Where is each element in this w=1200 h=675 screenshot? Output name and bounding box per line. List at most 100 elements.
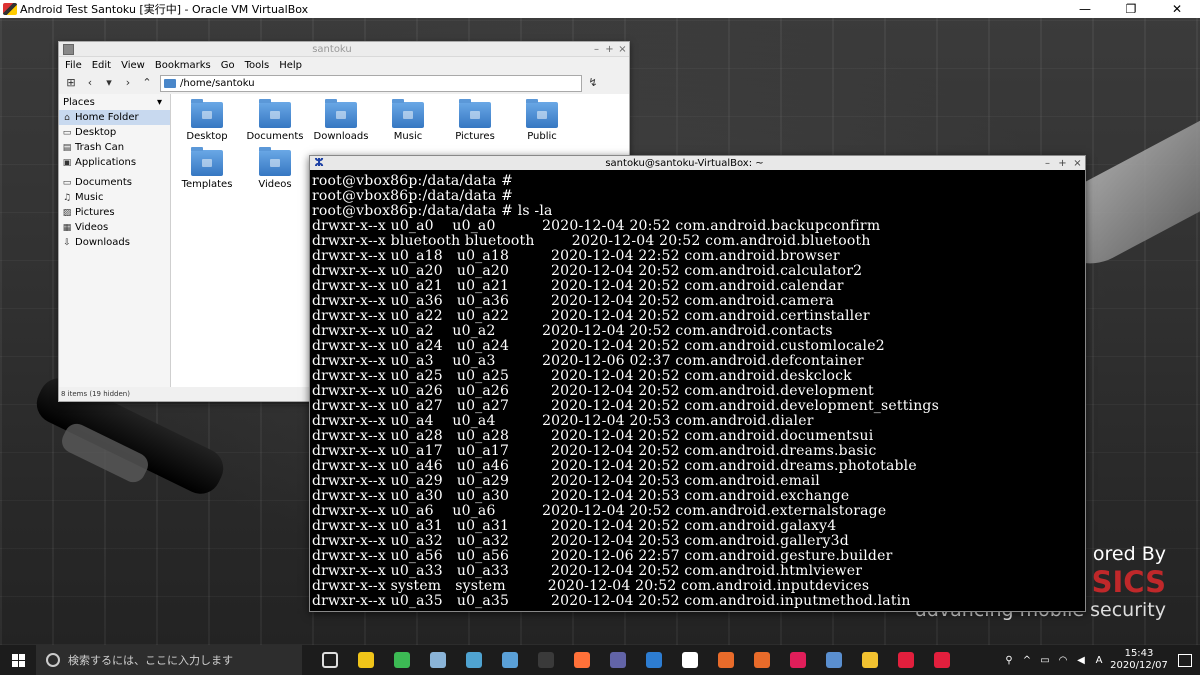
menu-help[interactable]: Help [279, 60, 302, 71]
taskbar-search[interactable]: 検索するには、ここに入力します [36, 645, 302, 675]
folder-item-templates[interactable]: Templates [173, 147, 241, 190]
taskbar-app-app-5[interactable] [492, 645, 528, 675]
folder-icon [191, 99, 223, 128]
folder-label: Downloads [313, 131, 369, 142]
taskbar-app-app-9[interactable] [636, 645, 672, 675]
virtualbox-icon [3, 3, 17, 15]
taskbar-apps [312, 645, 960, 675]
taskbar-app-file-explorer[interactable] [348, 645, 384, 675]
host-maximize-button[interactable]: ❐ [1108, 0, 1154, 18]
battery-icon[interactable]: ▭ [1036, 655, 1054, 666]
menu-file[interactable]: File [65, 60, 82, 71]
terminal-minimize-button[interactable]: – [1040, 158, 1055, 169]
fm-minimize-button[interactable]: – [590, 44, 603, 55]
taskbar-app-app-16[interactable] [888, 645, 924, 675]
go-icon[interactable]: ↯ [585, 75, 601, 91]
forward-icon[interactable]: › [120, 75, 136, 91]
terminal-line: drwxr-x--x u0_a22 u0_a22 2020-12-04 20:5… [312, 308, 870, 324]
sidebar-item-label: Documents [75, 177, 133, 188]
folder-item-desktop[interactable]: Desktop [173, 99, 241, 142]
fm-maximize-button[interactable]: + [603, 44, 616, 55]
taskbar-app-app-3[interactable] [420, 645, 456, 675]
new-tab-icon[interactable]: ⊞ [63, 75, 79, 91]
menu-tools[interactable]: Tools [245, 60, 270, 71]
taskbar-app-chrome[interactable] [384, 645, 420, 675]
terminal-titlebar[interactable]: ⵣ santoku@santoku-VirtualBox: ~ – + × [310, 156, 1085, 170]
sidebar-item-home-folder[interactable]: ⌂ Home Folder [59, 110, 170, 125]
taskbar-app-app-11[interactable] [708, 645, 744, 675]
folder-item-videos[interactable]: Videos [241, 147, 309, 190]
taskbar-app-firefox[interactable] [564, 645, 600, 675]
sidebar-item-trash-can[interactable]: ▤ Trash Can [59, 140, 170, 155]
up-icon[interactable]: ⌃ [139, 75, 155, 91]
menu-go[interactable]: Go [221, 60, 235, 71]
volume-icon[interactable]: ◀ [1072, 655, 1090, 666]
downloads-icon: ⇩ [63, 237, 71, 248]
sidebar-item-music[interactable]: ♫ Music [59, 190, 170, 205]
sidebar-item-documents[interactable]: ▭ Documents [59, 175, 170, 190]
taskbar-app-teams[interactable] [600, 645, 636, 675]
taskbar-app-app-10[interactable] [672, 645, 708, 675]
branding-powered-text: ored By [1092, 543, 1166, 565]
tray-expand-icon[interactable]: ^ [1018, 655, 1036, 666]
folder-item-public[interactable]: Public [508, 99, 576, 142]
terminal-line: drwxr-x--x u0_a46 u0_a46 2020-12-04 20:5… [312, 458, 917, 474]
folder-icon [191, 147, 223, 176]
terminal-line: drwxr-x--x u0_a17 u0_a17 2020-12-04 20:5… [312, 443, 877, 459]
network-icon[interactable]: ◠ [1054, 655, 1072, 666]
fm-close-button[interactable]: × [616, 44, 629, 55]
file-manager-menubar: File Edit View Bookmarks Go Tools Help [59, 57, 629, 73]
taskbar-app-terminal-app[interactable] [528, 645, 564, 675]
sidebar-item-desktop[interactable]: ▭ Desktop [59, 125, 170, 140]
menu-bookmarks[interactable]: Bookmarks [155, 60, 211, 71]
ime-indicator[interactable]: A [1090, 655, 1108, 666]
file-manager-toolbar: ⊞ ‹ ▾ › ⌃ /home/santoku ↯ [59, 73, 629, 93]
terminal-line: drwxr-x--x u0_a32 u0_a32 2020-12-04 20:5… [312, 533, 849, 549]
taskbar-app-app-4[interactable] [456, 645, 492, 675]
app-5-icon [502, 652, 518, 668]
notification-center-button[interactable] [1170, 645, 1200, 675]
taskbar-app-virtualbox[interactable] [816, 645, 852, 675]
terminal-line: drwxr-x--x u0_a3 u0_a3 2020-12-06 02:37 … [312, 353, 864, 369]
taskbar-app-slack[interactable] [780, 645, 816, 675]
file-explorer-icon [358, 652, 374, 668]
host-minimize-button[interactable]: — [1062, 0, 1108, 18]
sidebar-item-downloads[interactable]: ⇩ Downloads [59, 235, 170, 250]
host-close-button[interactable]: ✕ [1154, 0, 1200, 18]
location-path: /home/santoku [180, 77, 255, 89]
home-icon: ⌂ [64, 112, 70, 123]
file-manager-titlebar[interactable]: santoku – + × [59, 42, 629, 57]
folder-item-pictures[interactable]: Pictures [441, 99, 509, 142]
terminal-line: drwxr-x--x u0_a18 u0_a18 2020-12-04 22:5… [312, 248, 840, 264]
branding-logo-text: SICS [1091, 565, 1166, 599]
menu-edit[interactable]: Edit [92, 60, 111, 71]
sidebar-item-pictures[interactable]: ▨ Pictures [59, 205, 170, 220]
terminal-close-button[interactable]: × [1070, 158, 1085, 169]
terminal-line: root@vbox86p:/data/data # [312, 174, 514, 189]
taskbar-app-task-view[interactable] [312, 645, 348, 675]
terminal-line: root@vbox86p:/data/data # ls -la [312, 203, 553, 219]
history-dropdown-icon[interactable]: ▾ [101, 75, 117, 91]
terminal-line: drwxr-x--x u0_a21 u0_a21 2020-12-04 20:5… [312, 278, 844, 294]
folder-icon: ▭ [62, 177, 72, 188]
taskbar-app-app-17[interactable] [924, 645, 960, 675]
terminal-maximize-button[interactable]: + [1055, 158, 1070, 169]
sidebar-item-videos[interactable]: ▦ Videos [59, 220, 170, 235]
folder-item-documents[interactable]: Documents [241, 99, 309, 142]
taskbar-app-app-15[interactable] [852, 645, 888, 675]
sidebar-item-applications[interactable]: ▣ Applications [59, 155, 170, 170]
terminal-line: drwxr-x--x u0_a31 u0_a31 2020-12-04 20:5… [312, 518, 837, 534]
start-button[interactable] [0, 645, 36, 675]
clock[interactable]: 15:43 2020/12/07 [1108, 648, 1170, 672]
folder-item-downloads[interactable]: Downloads [307, 99, 375, 142]
taskbar-app-app-12[interactable] [744, 645, 780, 675]
folder-icon [259, 147, 291, 176]
menu-view[interactable]: View [121, 60, 145, 71]
back-icon[interactable]: ‹ [82, 75, 98, 91]
location-bar[interactable]: /home/santoku [160, 74, 582, 92]
folder-item-music[interactable]: Music [374, 99, 442, 142]
people-icon[interactable]: ⚲ [1000, 655, 1018, 666]
terminal-line: root@vbox86p:/data/data # [312, 188, 514, 204]
places-dropdown[interactable]: Places ▾ [59, 94, 170, 110]
terminal-output[interactable]: root@vbox86p:/data/data # root@vbox86p:/d… [312, 174, 1082, 610]
